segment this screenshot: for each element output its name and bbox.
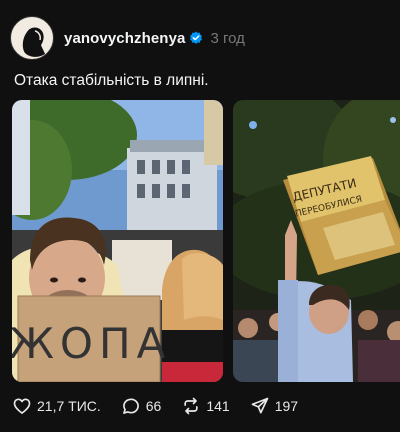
repost-button[interactable]: 141 (181, 396, 230, 416)
verified-badge-icon (189, 31, 203, 45)
share-button[interactable]: 197 (250, 396, 298, 416)
comment-button[interactable]: 66 (121, 396, 162, 416)
post-header: yanovychzhenya 3 год (10, 14, 245, 62)
username[interactable]: yanovychzhenya (64, 30, 185, 47)
like-count: 21,7 ТИС. (37, 398, 101, 414)
like-button[interactable]: 21,7 ТИС. (12, 396, 101, 416)
comment-bubble-icon (122, 398, 139, 414)
post-timestamp: 3 год (210, 29, 245, 47)
media-carousel[interactable]: ЖОПА ДЕПУТАТИ ПЕРЕОБУЛИСЯ (12, 100, 400, 382)
silhouette-avatar-icon (22, 27, 45, 57)
repost-count: 141 (206, 398, 230, 414)
photo-protest-selfie[interactable]: ЖОПА (12, 100, 223, 382)
photo-protest-crowd[interactable]: ДЕПУТАТИ ПЕРЕОБУЛИСЯ (233, 100, 400, 382)
avatar[interactable] (10, 16, 54, 60)
post-actions: 21,7 ТИС. 66 141 197 (12, 394, 318, 418)
send-icon (251, 397, 269, 414)
share-count: 197 (274, 398, 299, 414)
protest-sign-text: ЖОПА (12, 319, 171, 368)
heart-icon (13, 398, 31, 414)
post-text: Отака стабільність в липні. (14, 72, 209, 89)
comment-count: 66 (145, 398, 162, 414)
repost-icon (184, 397, 199, 415)
